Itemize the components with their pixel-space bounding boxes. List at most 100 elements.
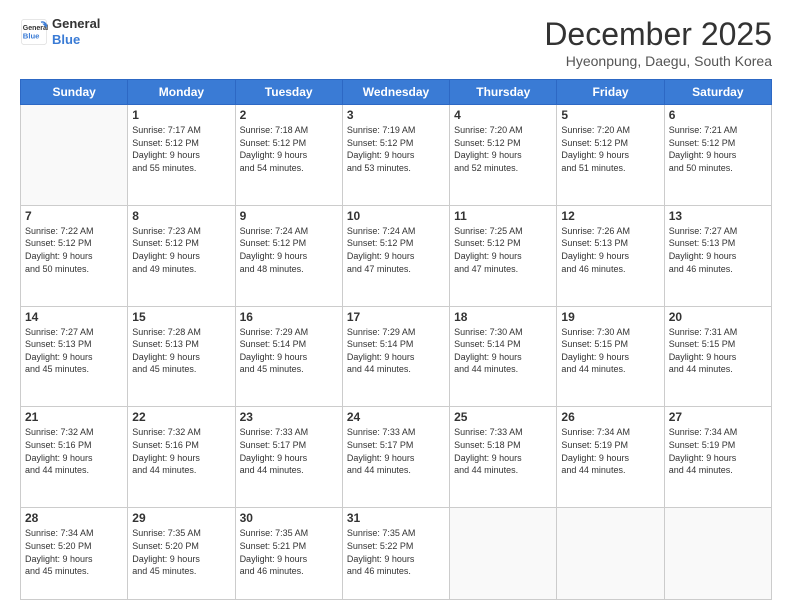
calendar-cell: 10 Sunrise: 7:24 AMSunset: 5:12 PMDayligh… xyxy=(342,205,449,306)
weekday-header-cell: Wednesday xyxy=(342,80,449,105)
calendar-cell: 16Sunrise: 7:29 AMSunset: 5:14 PMDayligh… xyxy=(235,306,342,407)
day-number: 24 xyxy=(347,410,445,424)
calendar-cell: 22 Sunrise: 7:32 AMSunset: 5:16 PMDayligh… xyxy=(128,407,235,508)
weekday-header-cell: Friday xyxy=(557,80,664,105)
day-number: 21 xyxy=(25,410,123,424)
day-number: 2 xyxy=(240,108,338,122)
calendar-cell: 8Sunrise: 7:23 AMSunset: 5:12 PMDaylight… xyxy=(128,205,235,306)
day-info: Sunrise: 7:32 AMSunset: 5:16 PMDaylight:… xyxy=(25,426,123,476)
day-info: Sunrise: 7:28 AMSunset: 5:13 PMDaylight:… xyxy=(132,326,230,376)
day-number: 18 xyxy=(454,310,552,324)
day-number: 4 xyxy=(454,108,552,122)
day-number: 13 xyxy=(669,209,767,223)
calendar-body: 1Sunrise: 7:17 AMSunset: 5:12 PMDaylight… xyxy=(21,105,772,600)
month-title: December 2025 xyxy=(544,16,772,53)
calendar-cell: 18Sunrise: 7:30 AMSunset: 5:14 PMDayligh… xyxy=(450,306,557,407)
header: General Blue General Blue December 2025 … xyxy=(20,16,772,69)
calendar-cell: 20 Sunrise: 7:31 AMSunset: 5:15 PMDayligh… xyxy=(664,306,771,407)
day-info: Sunrise: 7:26 AMSunset: 5:13 PMDaylight:… xyxy=(561,225,659,275)
day-info: Sunrise: 7:24 AMSunset: 5:12 PMDaylight:… xyxy=(240,225,338,275)
calendar-cell: 14 Sunrise: 7:27 AMSunset: 5:13 PMDayligh… xyxy=(21,306,128,407)
day-number: 7 xyxy=(25,209,123,223)
calendar-cell: 31 Sunrise: 7:35 AMSunset: 5:22 PMDayligh… xyxy=(342,508,449,600)
calendar-cell: 23 Sunrise: 7:33 AMSunset: 5:17 PMDayligh… xyxy=(235,407,342,508)
day-number: 9 xyxy=(240,209,338,223)
day-number: 12 xyxy=(561,209,659,223)
calendar-cell: 15Sunrise: 7:28 AMSunset: 5:13 PMDayligh… xyxy=(128,306,235,407)
day-info: Sunrise: 7:17 AMSunset: 5:12 PMDaylight:… xyxy=(132,124,230,174)
calendar-week-row: 7 Sunrise: 7:22 AMSunset: 5:12 PMDaylight… xyxy=(21,205,772,306)
calendar-week-row: 1Sunrise: 7:17 AMSunset: 5:12 PMDaylight… xyxy=(21,105,772,206)
calendar-cell: 29 Sunrise: 7:35 AMSunset: 5:20 PMDayligh… xyxy=(128,508,235,600)
weekday-header-row: SundayMondayTuesdayWednesdayThursdayFrid… xyxy=(21,80,772,105)
day-number: 10 xyxy=(347,209,445,223)
day-info: Sunrise: 7:35 AMSunset: 5:21 PMDaylight:… xyxy=(240,527,338,577)
weekday-header-cell: Thursday xyxy=(450,80,557,105)
day-info: Sunrise: 7:27 AMSunset: 5:13 PMDaylight:… xyxy=(669,225,767,275)
weekday-header-cell: Saturday xyxy=(664,80,771,105)
day-info: Sunrise: 7:33 AMSunset: 5:17 PMDaylight:… xyxy=(240,426,338,476)
day-number: 11 xyxy=(454,209,552,223)
day-number: 14 xyxy=(25,310,123,324)
calendar-cell xyxy=(664,508,771,600)
day-number: 8 xyxy=(132,209,230,223)
day-number: 23 xyxy=(240,410,338,424)
day-number: 22 xyxy=(132,410,230,424)
day-number: 6 xyxy=(669,108,767,122)
calendar-cell: 9 Sunrise: 7:24 AMSunset: 5:12 PMDaylight… xyxy=(235,205,342,306)
day-number: 25 xyxy=(454,410,552,424)
day-info: Sunrise: 7:32 AMSunset: 5:16 PMDaylight:… xyxy=(132,426,230,476)
calendar-cell: 21 Sunrise: 7:32 AMSunset: 5:16 PMDayligh… xyxy=(21,407,128,508)
calendar-cell: 13 Sunrise: 7:27 AMSunset: 5:13 PMDayligh… xyxy=(664,205,771,306)
calendar-cell: 3Sunrise: 7:19 AMSunset: 5:12 PMDaylight… xyxy=(342,105,449,206)
day-number: 17 xyxy=(347,310,445,324)
logo-icon: General Blue xyxy=(20,18,48,46)
day-number: 29 xyxy=(132,511,230,525)
calendar-cell: 1Sunrise: 7:17 AMSunset: 5:12 PMDaylight… xyxy=(128,105,235,206)
day-info: Sunrise: 7:21 AMSunset: 5:12 PMDaylight:… xyxy=(669,124,767,174)
calendar-cell xyxy=(557,508,664,600)
day-number: 16 xyxy=(240,310,338,324)
day-info: Sunrise: 7:33 AMSunset: 5:17 PMDaylight:… xyxy=(347,426,445,476)
day-number: 3 xyxy=(347,108,445,122)
logo: General Blue General Blue xyxy=(20,16,100,47)
page: General Blue General Blue December 2025 … xyxy=(0,0,792,612)
logo-text: General Blue xyxy=(52,16,100,47)
day-info: Sunrise: 7:35 AMSunset: 5:22 PMDaylight:… xyxy=(347,527,445,577)
day-info: Sunrise: 7:22 AMSunset: 5:12 PMDaylight:… xyxy=(25,225,123,275)
calendar-cell: 24 Sunrise: 7:33 AMSunset: 5:17 PMDayligh… xyxy=(342,407,449,508)
day-number: 20 xyxy=(669,310,767,324)
calendar-cell: 27 Sunrise: 7:34 AMSunset: 5:19 PMDayligh… xyxy=(664,407,771,508)
day-number: 5 xyxy=(561,108,659,122)
calendar-cell: 30 Sunrise: 7:35 AMSunset: 5:21 PMDayligh… xyxy=(235,508,342,600)
calendar-cell: 4 Sunrise: 7:20 AMSunset: 5:12 PMDaylight… xyxy=(450,105,557,206)
day-info: Sunrise: 7:34 AMSunset: 5:19 PMDaylight:… xyxy=(669,426,767,476)
calendar-cell: 11 Sunrise: 7:25 AMSunset: 5:12 PMDayligh… xyxy=(450,205,557,306)
calendar-cell: 6 Sunrise: 7:21 AMSunset: 5:12 PMDaylight… xyxy=(664,105,771,206)
calendar-week-row: 14 Sunrise: 7:27 AMSunset: 5:13 PMDayligh… xyxy=(21,306,772,407)
day-number: 31 xyxy=(347,511,445,525)
day-info: Sunrise: 7:18 AMSunset: 5:12 PMDaylight:… xyxy=(240,124,338,174)
day-number: 28 xyxy=(25,511,123,525)
day-info: Sunrise: 7:25 AMSunset: 5:12 PMDaylight:… xyxy=(454,225,552,275)
calendar-cell: 26Sunrise: 7:34 AMSunset: 5:19 PMDayligh… xyxy=(557,407,664,508)
calendar-cell: 17Sunrise: 7:29 AMSunset: 5:14 PMDayligh… xyxy=(342,306,449,407)
location-subtitle: Hyeonpung, Daegu, South Korea xyxy=(544,53,772,69)
day-info: Sunrise: 7:20 AMSunset: 5:12 PMDaylight:… xyxy=(454,124,552,174)
calendar-week-row: 21 Sunrise: 7:32 AMSunset: 5:16 PMDayligh… xyxy=(21,407,772,508)
day-number: 19 xyxy=(561,310,659,324)
logo-blue: Blue xyxy=(52,32,100,48)
calendar-cell: 19 Sunrise: 7:30 AMSunset: 5:15 PMDayligh… xyxy=(557,306,664,407)
calendar-cell: 25Sunrise: 7:33 AMSunset: 5:18 PMDayligh… xyxy=(450,407,557,508)
calendar-cell xyxy=(450,508,557,600)
day-info: Sunrise: 7:35 AMSunset: 5:20 PMDaylight:… xyxy=(132,527,230,577)
day-number: 27 xyxy=(669,410,767,424)
svg-text:Blue: Blue xyxy=(23,31,40,40)
day-info: Sunrise: 7:34 AMSunset: 5:20 PMDaylight:… xyxy=(25,527,123,577)
day-info: Sunrise: 7:30 AMSunset: 5:15 PMDaylight:… xyxy=(561,326,659,376)
day-info: Sunrise: 7:31 AMSunset: 5:15 PMDaylight:… xyxy=(669,326,767,376)
calendar-table: SundayMondayTuesdayWednesdayThursdayFrid… xyxy=(20,79,772,600)
day-number: 30 xyxy=(240,511,338,525)
day-info: Sunrise: 7:24 AMSunset: 5:12 PMDaylight:… xyxy=(347,225,445,275)
day-info: Sunrise: 7:27 AMSunset: 5:13 PMDaylight:… xyxy=(25,326,123,376)
